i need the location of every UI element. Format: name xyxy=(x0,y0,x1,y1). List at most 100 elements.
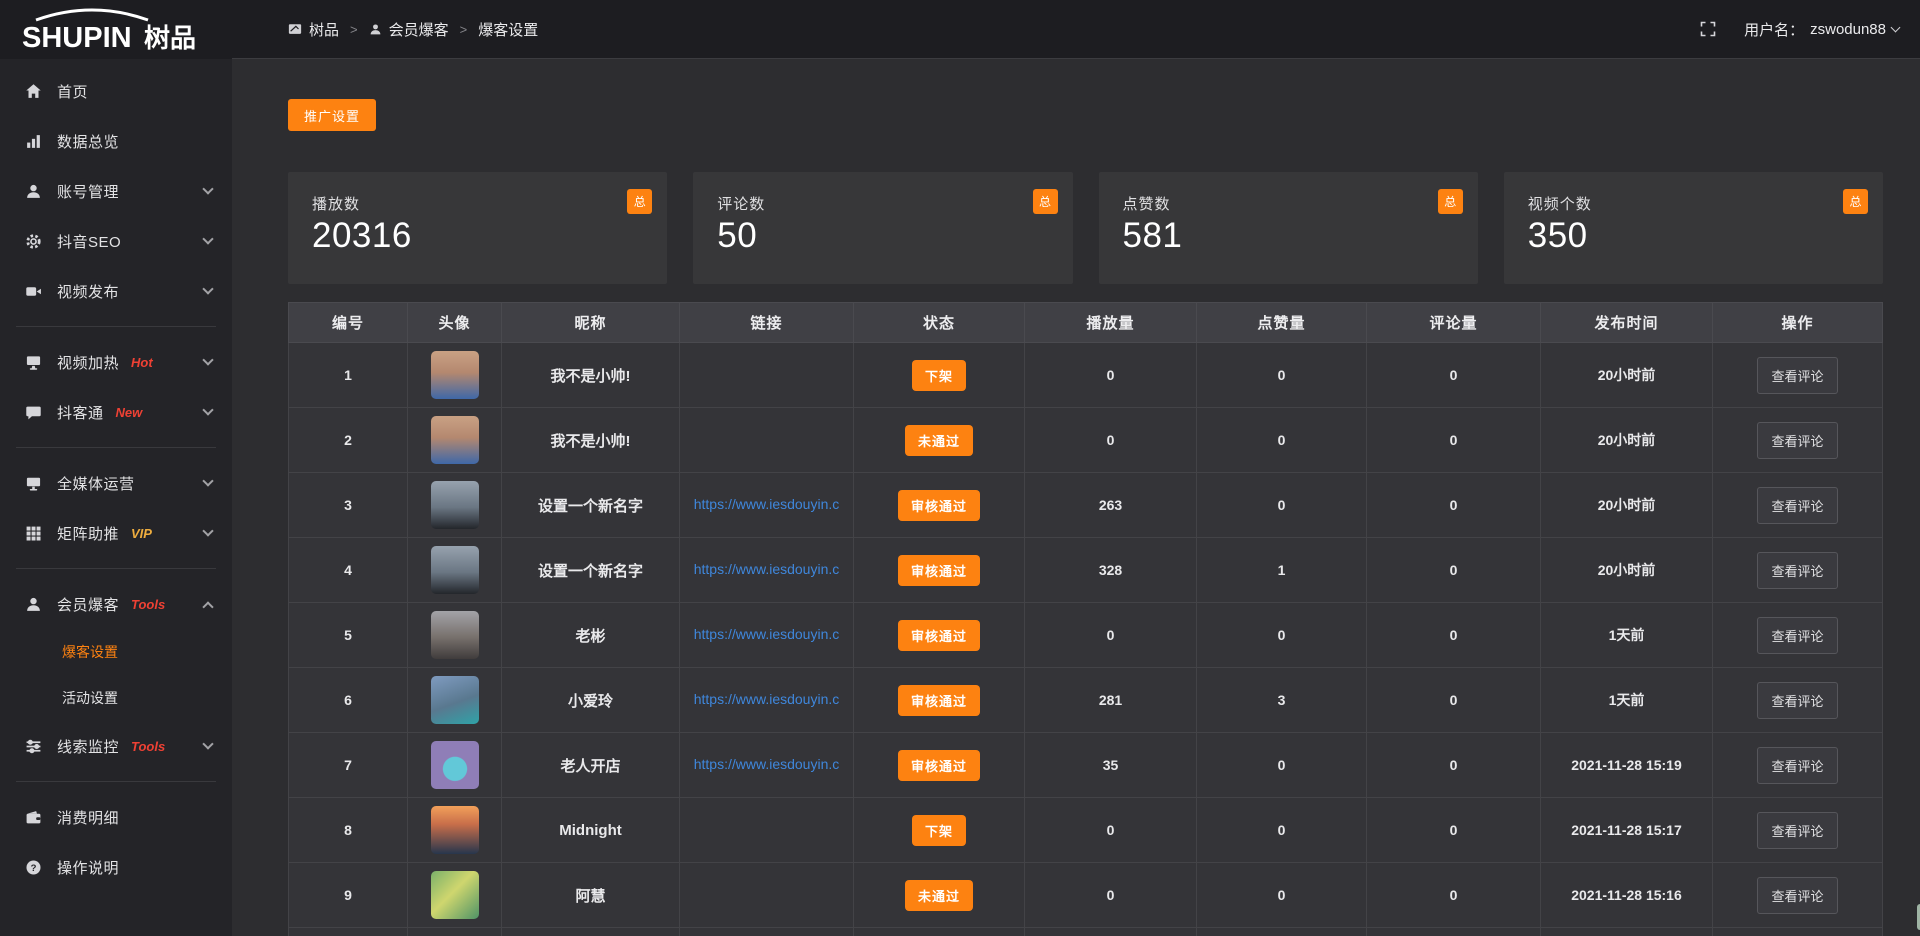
menu-divider xyxy=(16,568,216,569)
sidebar-item-home[interactable]: 首页 xyxy=(0,66,232,116)
breadcrumb-item-shupin[interactable]: 树品 xyxy=(288,19,339,40)
sidebar-item-video-publish[interactable]: 视频发布 xyxy=(0,266,232,316)
chevron-down-icon xyxy=(202,525,213,536)
sidebar: SHUPIN 树品 首页 数据总览 账号管理 抖音SEO xyxy=(0,0,232,936)
avatar xyxy=(431,871,479,919)
logo-graphic: SHUPIN 树品 xyxy=(20,7,216,53)
sidebar-item-all-media[interactable]: 全媒体运营 xyxy=(0,458,232,508)
table-row: 查看评论 xyxy=(289,928,1883,936)
topbar-right: 用户名： zswodun88 xyxy=(1700,19,1899,40)
app-window: SHUPIN 树品 首页 数据总览 账号管理 抖音SEO xyxy=(0,0,1920,936)
wallet-icon xyxy=(24,809,42,826)
table-row: 2 我不是小帅! 未通过 0 0 0 20小时前 查看评论 xyxy=(289,408,1883,473)
svg-text:SHUPIN: SHUPIN xyxy=(22,22,132,53)
gear-icon xyxy=(24,233,42,250)
chevron-down-icon xyxy=(202,404,213,415)
video-link[interactable]: https://www.iesdouyin.c xyxy=(694,561,840,577)
video-link[interactable]: https://www.iesdouyin.c xyxy=(694,756,840,772)
topbar: 树品 > 会员爆客 > 爆客设置 用户名： zswodun88 xyxy=(232,0,1920,59)
fullscreen-icon xyxy=(1700,21,1716,37)
menu-divider xyxy=(16,447,216,448)
avatar xyxy=(431,611,479,659)
grid-icon xyxy=(24,525,42,542)
sidebar-subitem-baoke-settings[interactable]: 爆客设置 xyxy=(0,629,232,675)
svg-text:?: ? xyxy=(30,862,36,873)
breadcrumb-separator: > xyxy=(350,22,358,37)
view-comments-button[interactable]: 查看评论 xyxy=(1757,877,1837,914)
avatar xyxy=(431,481,479,529)
username-label: 用户名： xyxy=(1744,19,1804,40)
breadcrumb-item-member-baoke[interactable]: 会员爆客 xyxy=(369,19,449,40)
videos-table: 编号 头像 昵称 链接 状态 播放量 点赞量 评论量 发布时间 操作 1 xyxy=(288,302,1883,936)
status-badge: 审核通过 xyxy=(898,750,980,781)
sidebar-item-doketong[interactable]: 抖客通 New xyxy=(0,387,232,437)
chevron-down-icon xyxy=(202,354,213,365)
svg-text:树品: 树品 xyxy=(144,23,196,53)
column-header: 头像 xyxy=(408,303,502,343)
sidebar-item-video-heat[interactable]: 视频加热 Hot xyxy=(0,337,232,387)
avatar xyxy=(431,806,479,854)
sidebar-item-data-overview[interactable]: 数据总览 xyxy=(0,116,232,166)
table-row: 4 设置一个新名字 https://www.iesdouyin.c 审核通过 3… xyxy=(289,538,1883,603)
chart-icon xyxy=(24,133,42,150)
video-link[interactable]: https://www.iesdouyin.c xyxy=(694,626,840,642)
sidebar-item-member-baoke[interactable]: 会员爆客 Tools xyxy=(0,579,232,629)
view-comments-button[interactable]: 查看评论 xyxy=(1757,422,1837,459)
main-area: 树品 > 会员爆客 > 爆客设置 用户名： zswodun88 xyxy=(232,0,1920,936)
app-icon xyxy=(288,22,302,36)
avatar xyxy=(431,741,479,789)
view-comments-button[interactable]: 查看评论 xyxy=(1757,487,1837,524)
avatar xyxy=(431,676,479,724)
sidebar-item-consumption-detail[interactable]: 消费明细 xyxy=(0,792,232,842)
chevron-down-icon xyxy=(1891,23,1901,33)
menu-divider xyxy=(16,326,216,327)
column-header: 昵称 xyxy=(502,303,680,343)
view-comments-button[interactable]: 查看评论 xyxy=(1757,682,1837,719)
view-comments-button[interactable]: 查看评论 xyxy=(1757,812,1837,849)
sidebar-item-lead-monitor[interactable]: 线索监控 Tools xyxy=(0,721,232,771)
sidebar-item-douyin-seo[interactable]: 抖音SEO xyxy=(0,216,232,266)
tools-tag: Tools xyxy=(131,597,165,612)
column-header: 操作 xyxy=(1713,303,1883,343)
column-header: 编号 xyxy=(289,303,408,343)
stat-cards: 播放数 20316 总 评论数 50 总 点赞数 581 总 视频个数 350 xyxy=(288,172,1883,284)
sidebar-item-account-management[interactable]: 账号管理 xyxy=(0,166,232,216)
breadcrumb-separator: > xyxy=(460,22,468,37)
sidebar-item-matrix-boost[interactable]: 矩阵助推 VIP xyxy=(0,508,232,558)
table-header-row: 编号 头像 昵称 链接 状态 播放量 点赞量 评论量 发布时间 操作 xyxy=(289,303,1883,343)
video-link[interactable]: https://www.iesdouyin.c xyxy=(694,496,840,512)
user-menu[interactable]: 用户名： zswodun88 xyxy=(1744,19,1899,40)
column-header: 点赞量 xyxy=(1197,303,1367,343)
video-publish-icon xyxy=(24,283,42,300)
status-badge: 审核通过 xyxy=(898,685,980,716)
chevron-down-icon xyxy=(202,738,213,749)
help-icon: ? xyxy=(24,859,42,876)
view-comments-button[interactable]: 查看评论 xyxy=(1757,617,1837,654)
account-icon xyxy=(24,183,42,200)
sidebar-subitem-activity-settings[interactable]: 活动设置 xyxy=(0,675,232,721)
stat-card-plays: 播放数 20316 总 xyxy=(288,172,667,284)
logo[interactable]: SHUPIN 树品 xyxy=(0,0,232,59)
vip-tag: VIP xyxy=(131,526,152,541)
avatar xyxy=(431,416,479,464)
video-link[interactable]: https://www.iesdouyin.c xyxy=(694,691,840,707)
column-header: 播放量 xyxy=(1025,303,1197,343)
status-badge: 审核通过 xyxy=(898,555,980,586)
column-header: 链接 xyxy=(680,303,854,343)
view-comments-button[interactable]: 查看评论 xyxy=(1757,552,1837,589)
view-comments-button[interactable]: 查看评论 xyxy=(1757,357,1837,394)
user-icon xyxy=(369,23,382,36)
stat-card-likes: 点赞数 581 总 xyxy=(1099,172,1478,284)
hot-tag: Hot xyxy=(131,355,153,370)
promotion-settings-button[interactable]: 推广设置 xyxy=(288,99,376,131)
fullscreen-button[interactable] xyxy=(1700,21,1716,37)
sliders-icon xyxy=(24,738,42,755)
view-comments-button[interactable]: 查看评论 xyxy=(1757,747,1837,784)
total-badge: 总 xyxy=(1843,189,1868,214)
sidebar-item-instructions[interactable]: ? 操作说明 xyxy=(0,842,232,892)
table-row: 9 阿慧 未通过 0 0 0 2021-11-28 15:16 查看评论 xyxy=(289,863,1883,928)
chevron-down-icon xyxy=(202,183,213,194)
breadcrumb-item-baoke-settings[interactable]: 爆客设置 xyxy=(478,19,538,40)
status-badge: 下架 xyxy=(912,360,966,391)
username: zswodun88 xyxy=(1810,21,1886,38)
